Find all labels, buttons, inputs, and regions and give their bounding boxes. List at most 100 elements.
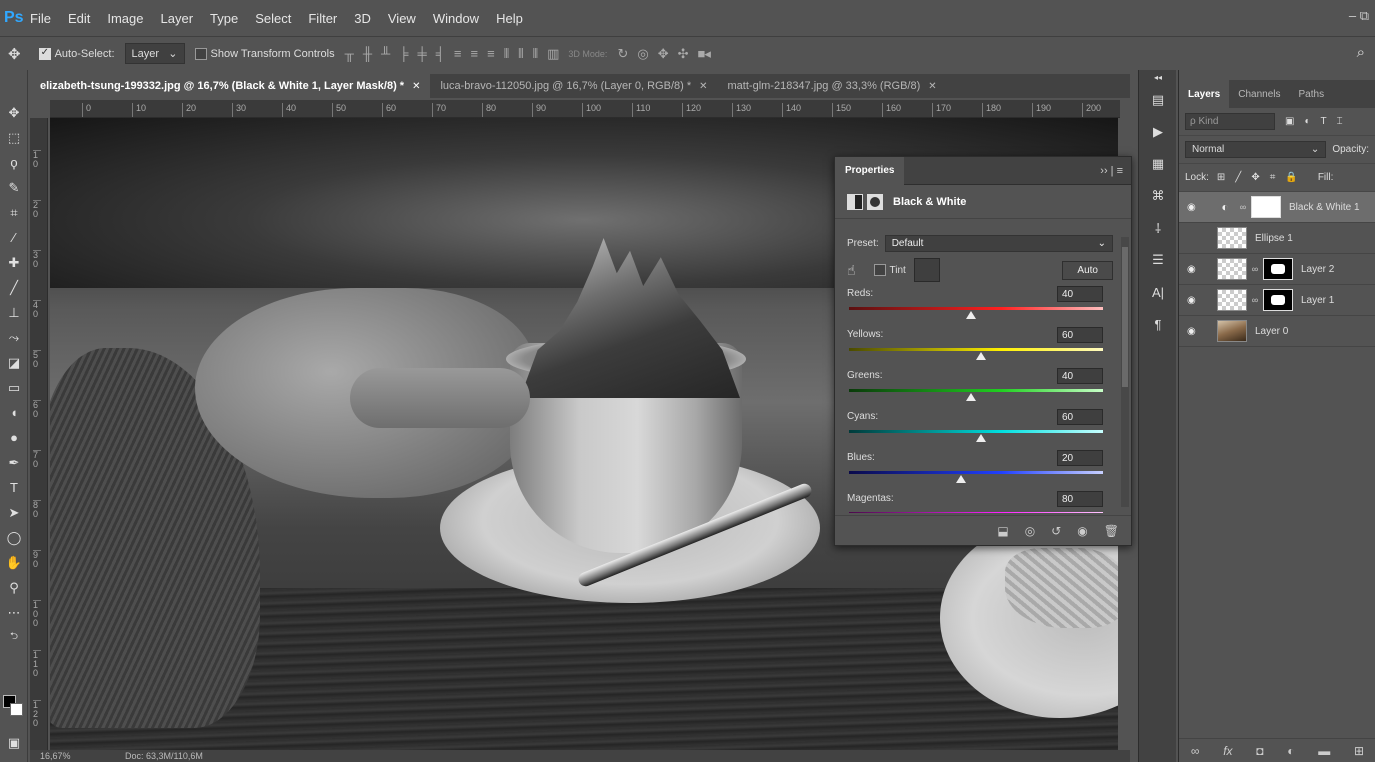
auto-button[interactable]: Auto [1062,260,1113,280]
menu-image[interactable]: Image [107,11,143,26]
menu-layer[interactable]: Layer [161,11,194,26]
menu-select[interactable]: Select [255,11,291,26]
slider-value-input[interactable]: 20 [1057,450,1103,466]
slider-value-input[interactable]: 60 [1057,327,1103,343]
blend-mode-dropdown[interactable]: Normal ⌄ [1185,141,1327,158]
add-mask-icon[interactable]: ◘ [1256,744,1263,758]
kind-filter-dropdown[interactable]: ρ Kind [1185,113,1275,130]
slider-handle[interactable] [965,393,976,401]
link-chain-icon[interactable]: ∞ [1237,202,1249,212]
auto-align-icon[interactable]: ▥ [547,46,559,62]
paragraph-panel-icon[interactable]: ¶ [1139,308,1177,340]
panel-menu-icon[interactable]: ›› | ≡ [1100,165,1123,177]
adjustment-icon[interactable] [847,193,863,210]
document-tab-luca[interactable]: luca-bravo-112050.jpg @ 16,7% (Layer 0, … [430,74,717,98]
tint-color-swatch[interactable] [913,258,940,282]
brushes-panel-icon[interactable]: ⸸ [1139,212,1177,244]
align-vcenter-icon[interactable]: ╫ [363,46,372,61]
search-icon[interactable]: ⌕ [1357,44,1365,61]
close-icon[interactable]: ✕ [928,81,936,92]
view-previous-state-icon[interactable]: ◎ [1025,524,1035,538]
clip-to-layer-icon[interactable]: ⬓ [997,524,1008,538]
slider-value-input[interactable]: 40 [1057,368,1103,384]
layer-black-white-1[interactable]: ◉ ◐ ∞ Black & White 1 [1179,192,1375,223]
close-icon[interactable]: ✕ [412,81,420,92]
window-controls[interactable]: – ⧉ [1349,8,1369,24]
history-panel-icon[interactable]: ▤ [1139,84,1177,116]
menu-type[interactable]: Type [210,11,238,26]
auto-select-target-dropdown[interactable]: Layer ⌄ [124,43,185,64]
horizontal-ruler[interactable]: 0 10 20 30 40 50 60 70 80 90 100 110 120 130 140 150 160… [50,100,1120,118]
slider-track[interactable] [849,307,1103,310]
menu-window[interactable]: Window [433,11,479,26]
layer-layer-2[interactable]: ◉ ∞ Layer 2 [1179,254,1375,285]
slider-handle[interactable] [976,434,987,442]
properties-scrollbar[interactable] [1121,237,1129,507]
actions-play-icon[interactable]: ▶ [1139,116,1177,148]
filter-shape-icon[interactable]: ⌶ [1337,116,1343,127]
menu-view[interactable]: View [388,11,416,26]
3d-orbit-icon[interactable]: ↻ [617,46,628,62]
zoom-level[interactable]: 16,67% [30,751,75,761]
hand-tool-icon[interactable]: ✋ [0,550,28,575]
new-layer-icon[interactable]: ⊞ [1354,744,1364,758]
slider-handle[interactable] [965,311,976,319]
slider-track[interactable] [849,430,1103,433]
link-chain-icon[interactable]: ∞ [1249,264,1261,274]
background-color[interactable] [10,703,23,716]
menu-3d[interactable]: 3D [354,11,371,26]
distribute-bottom-icon[interactable]: ≡ [487,46,495,61]
3d-scale-icon[interactable]: ■◂ [698,46,711,62]
slider-track[interactable] [849,471,1103,474]
align-left-icon[interactable]: ╞ [399,46,408,61]
layer-style-fx-icon[interactable]: fx [1223,744,1232,758]
lock-image-icon[interactable]: ╱ [1235,172,1241,183]
pen-tool-icon[interactable]: ✒ [0,450,28,475]
3d-roll-icon[interactable]: ◎ [637,46,648,62]
scrollbar-thumb[interactable] [1122,247,1128,387]
healing-brush-tool-icon[interactable]: ✚ [0,250,28,275]
menu-file[interactable]: File [30,11,51,26]
slider-value-input[interactable]: 60 [1057,409,1103,425]
link-layers-icon[interactable]: ∞ [1191,744,1200,758]
distribute-left-icon[interactable]: ⫴ [504,46,510,62]
slider-track[interactable] [849,348,1103,351]
distribute-vcenter-icon[interactable]: ≡ [471,46,479,61]
slider-handle[interactable] [955,475,966,483]
close-icon[interactable]: ✕ [699,81,707,92]
tab-paths[interactable]: Paths [1290,80,1334,108]
layer-mask-thumbnail[interactable] [1263,258,1293,280]
layer-ellipse-1[interactable]: ◉ Ellipse 1 [1179,223,1375,254]
new-group-icon[interactable]: ▬ [1318,744,1330,758]
type-tool-icon[interactable]: T [0,475,28,500]
lock-all-icon[interactable]: 🔒 [1285,172,1297,183]
align-top-icon[interactable]: ╥ [345,46,354,61]
auto-select-checkbox[interactable]: Auto-Select: [38,47,115,60]
align-hcenter-icon[interactable]: ╪ [417,46,426,61]
align-right-icon[interactable]: ╡ [436,46,445,61]
menu-edit[interactable]: Edit [68,11,90,26]
link-chain-icon[interactable]: ∞ [1249,295,1261,305]
visibility-eye-icon[interactable]: ◉ [1187,233,1203,244]
eyedropper-tool-icon[interactable]: ⁄ [0,225,28,250]
preset-dropdown[interactable]: Default ⌄ [884,235,1113,252]
brush-tool-icon[interactable]: ╱ [0,275,28,300]
slider-value-input[interactable]: 40 [1057,286,1103,302]
character-panel-icon[interactable]: A| [1139,276,1177,308]
visibility-eye-icon[interactable]: ◉ [1187,202,1203,213]
mask-icon[interactable] [867,193,883,210]
properties-panel-icon[interactable]: ▦ [1139,148,1177,180]
layer-mask-thumbnail[interactable] [1263,289,1293,311]
filter-pixel-icon[interactable]: ▣ [1285,116,1294,127]
properties-tab[interactable]: Properties [835,156,905,185]
zoom-tool-icon[interactable]: ⚲ [0,575,28,600]
clone-stamp-tool-icon[interactable]: ⊥ [0,300,28,325]
swap-colors-icon[interactable]: ⮌ [0,625,28,650]
dodge-tool-icon[interactable]: ● [0,425,28,450]
visibility-eye-icon[interactable]: ◉ [1077,524,1087,538]
path-select-tool-icon[interactable]: ➤ [0,500,28,525]
adjustments-panel-icon[interactable]: ☰ [1139,244,1177,276]
crop-tool-icon[interactable]: ⌗ [0,200,28,225]
visibility-eye-icon[interactable]: ◉ [1187,326,1203,337]
distribute-hcenter-icon[interactable]: ⫴ [518,46,524,62]
